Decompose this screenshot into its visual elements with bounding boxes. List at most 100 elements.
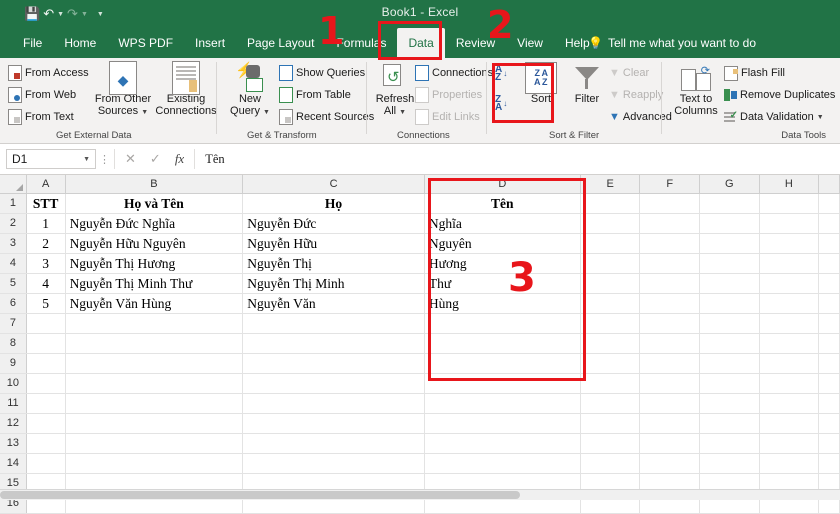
cell-E5[interactable] [581,274,641,293]
cell-F3[interactable] [640,234,700,253]
row-header-7[interactable]: 7 [0,314,27,333]
table-row[interactable]: 13 [0,434,840,454]
row-header-3[interactable]: 3 [0,234,27,253]
chevron-down-icon[interactable]: ▼ [83,156,90,163]
cell-G10[interactable] [700,374,760,393]
row-header-9[interactable]: 9 [0,354,27,373]
chevron-down-icon[interactable]: ▼ [263,109,270,116]
cell-E8[interactable] [581,334,641,353]
cell-C6[interactable]: Nguyễn Văn [243,294,425,313]
cell-H7[interactable] [760,314,820,333]
cell-F1[interactable] [640,194,700,213]
cell-x8[interactable] [819,334,840,353]
cell-C7[interactable] [243,314,425,333]
cell-E9[interactable] [581,354,641,373]
tab-wps-pdf[interactable]: WPS PDF [107,28,184,58]
cell-F4[interactable] [640,254,700,273]
cell-x9[interactable] [819,354,840,373]
cell-B11[interactable] [66,394,244,413]
table-row[interactable]: 3 2 Nguyễn Hữu Nguyên Nguyễn Hữu Nguyên [0,234,840,254]
cell-x10[interactable] [819,374,840,393]
cell-x14[interactable] [819,454,840,473]
cell-E12[interactable] [581,414,641,433]
cell-D14[interactable] [425,454,581,473]
cell-C10[interactable] [243,374,425,393]
cell-B8[interactable] [66,334,244,353]
table-row[interactable]: 6 5 Nguyễn Văn Hùng Nguyễn Văn Hùng [0,294,840,314]
cell-A8[interactable] [27,334,66,353]
chevron-down-icon[interactable]: ▼ [817,114,824,121]
cell-C13[interactable] [243,434,425,453]
row-header-14[interactable]: 14 [0,454,27,473]
connections-button[interactable]: Connections [415,64,493,82]
row-header-11[interactable]: 11 [0,394,27,413]
cell-B5[interactable]: Nguyễn Thị Minh Thư [66,274,244,293]
cell-D12[interactable] [425,414,581,433]
filter-button[interactable]: Filter [567,63,607,105]
cell-x2[interactable] [819,214,840,233]
cell-B7[interactable] [66,314,244,333]
data-validation-button[interactable]: ✓ Data Validation ▼ [724,108,824,126]
select-all-corner[interactable] [0,175,27,193]
cell-E10[interactable] [581,374,641,393]
cell-E1[interactable] [581,194,641,213]
formula-input[interactable]: Tên [195,149,840,169]
cell-H9[interactable] [760,354,820,373]
cell-G2[interactable] [700,214,760,233]
from-other-sources-button[interactable]: ◆ From Other Sources ▼ [92,61,154,119]
cell-F10[interactable] [640,374,700,393]
cell-F11[interactable] [640,394,700,413]
column-header-f[interactable]: F [640,175,700,193]
horizontal-scrollbar[interactable] [0,489,840,500]
tab-file[interactable]: File [12,28,53,58]
tab-page-layout[interactable]: Page Layout [236,28,325,58]
cell-B6[interactable]: Nguyễn Văn Hùng [66,294,244,313]
cell-G9[interactable] [700,354,760,373]
cell-x7[interactable] [819,314,840,333]
cell-E4[interactable] [581,254,641,273]
confirm-formula-icon[interactable]: ✓ [150,151,161,167]
cell-G8[interactable] [700,334,760,353]
cell-G6[interactable] [700,294,760,313]
cell-F7[interactable] [640,314,700,333]
cell-H13[interactable] [760,434,820,453]
column-header-h[interactable]: H [759,175,820,193]
cell-G13[interactable] [700,434,760,453]
show-queries-button[interactable]: Show Queries [279,64,365,82]
row-header-12[interactable]: 12 [0,414,27,433]
cell-F9[interactable] [640,354,700,373]
cell-F13[interactable] [640,434,700,453]
cell-B2[interactable]: Nguyễn Đức Nghĩa [66,214,244,233]
tab-home[interactable]: Home [53,28,107,58]
cell-C2[interactable]: Nguyễn Đức [243,214,425,233]
cell-B12[interactable] [66,414,244,433]
cell-A13[interactable] [27,434,66,453]
cell-C12[interactable] [243,414,425,433]
tell-me-search[interactable]: 💡 Tell me what you want to do [588,28,756,58]
cell-C8[interactable] [243,334,425,353]
cancel-formula-icon[interactable]: ✕ [125,151,136,167]
row-header-2[interactable]: 2 [0,214,27,233]
text-to-columns-button[interactable]: ⟳ Text to Columns [670,63,722,117]
cell-E13[interactable] [581,434,641,453]
cell-H10[interactable] [760,374,820,393]
existing-connections-button[interactable]: Existing Connections [155,61,217,117]
row-header-10[interactable]: 10 [0,374,27,393]
new-query-button[interactable]: ⚡ New Query ▼ [223,63,277,119]
cell-F14[interactable] [640,454,700,473]
cell-x3[interactable] [819,234,840,253]
cell-F2[interactable] [640,214,700,233]
cell-C4[interactable]: Nguyễn Thị [243,254,425,273]
cell-B10[interactable] [66,374,244,393]
cell-G1[interactable] [700,194,760,213]
table-row[interactable]: 2 1 Nguyễn Đức Nghĩa Nguyễn Đức Nghĩa [0,214,840,234]
tab-insert[interactable]: Insert [184,28,236,58]
cell-x4[interactable] [819,254,840,273]
from-table-button[interactable]: From Table [279,86,351,104]
cell-C5[interactable]: Nguyễn Thị Minh [243,274,425,293]
table-row[interactable]: 4 3 Nguyễn Thị Hương Nguyễn Thị Hương [0,254,840,274]
cell-A1[interactable]: STT [27,194,66,213]
cell-A10[interactable] [27,374,66,393]
cell-G14[interactable] [700,454,760,473]
cell-A2[interactable]: 1 [27,214,66,233]
